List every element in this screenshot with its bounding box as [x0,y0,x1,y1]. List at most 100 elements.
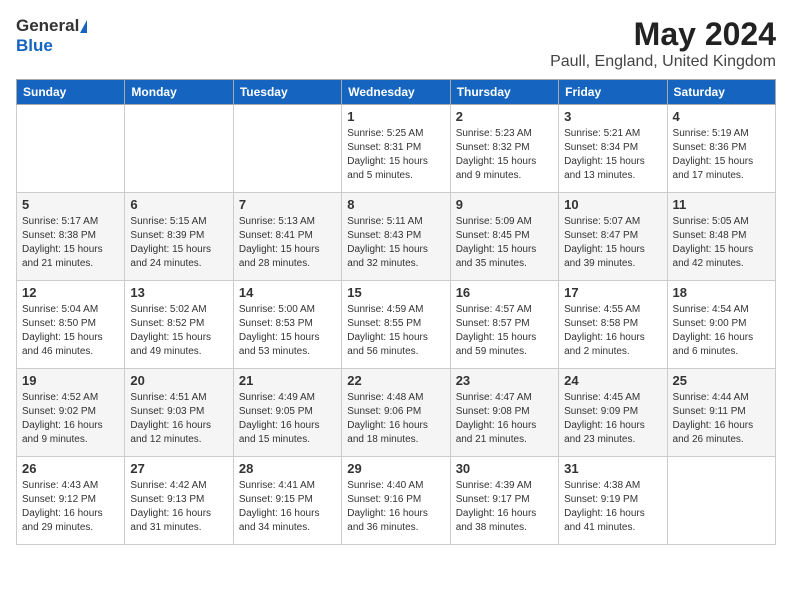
day-number: 2 [456,109,553,124]
cell-w5-d2: 28 Sunrise: 4:41 AM Sunset: 9:15 PM Dayli… [233,457,341,545]
cell-info-text: Sunrise: 5:15 AM Sunset: 8:39 PM Dayligh… [130,215,227,271]
cell-w1-d2 [233,105,341,193]
header-tuesday: Tuesday [233,80,341,105]
cell-w1-d0 [17,105,125,193]
week-row-4: 19 Sunrise: 4:52 AM Sunset: 9:02 PM Dayli… [17,369,776,457]
cell-info-text: Sunrise: 4:48 AM Sunset: 9:06 PM Dayligh… [347,391,444,447]
day-number: 21 [239,373,336,388]
cell-w4-d3: 22 Sunrise: 4:48 AM Sunset: 9:06 PM Dayli… [342,369,450,457]
cell-w2-d6: 11 Sunrise: 5:05 AM Sunset: 8:48 PM Dayli… [667,193,775,281]
day-number: 24 [564,373,661,388]
day-number: 8 [347,197,444,212]
day-number: 17 [564,285,661,300]
cell-w5-d6 [667,457,775,545]
cell-info-text: Sunrise: 5:19 AM Sunset: 8:36 PM Dayligh… [673,127,770,183]
cell-info-text: Sunrise: 5:25 AM Sunset: 8:31 PM Dayligh… [347,127,444,183]
cell-info-text: Sunrise: 4:41 AM Sunset: 9:15 PM Dayligh… [239,479,336,535]
week-row-1: 1 Sunrise: 5:25 AM Sunset: 8:31 PM Daylig… [17,105,776,193]
cell-w4-d1: 20 Sunrise: 4:51 AM Sunset: 9:03 PM Dayli… [125,369,233,457]
cell-info-text: Sunrise: 5:00 AM Sunset: 8:53 PM Dayligh… [239,303,336,359]
day-number: 3 [564,109,661,124]
cell-w3-d2: 14 Sunrise: 5:00 AM Sunset: 8:53 PM Dayli… [233,281,341,369]
day-number: 12 [22,285,119,300]
cell-w2-d3: 8 Sunrise: 5:11 AM Sunset: 8:43 PM Daylig… [342,193,450,281]
cell-info-text: Sunrise: 5:13 AM Sunset: 8:41 PM Dayligh… [239,215,336,271]
day-number: 18 [673,285,770,300]
cell-w1-d1 [125,105,233,193]
day-number: 23 [456,373,553,388]
day-number: 27 [130,461,227,476]
cell-w5-d1: 27 Sunrise: 4:42 AM Sunset: 9:13 PM Dayli… [125,457,233,545]
cell-info-text: Sunrise: 5:05 AM Sunset: 8:48 PM Dayligh… [673,215,770,271]
week-row-2: 5 Sunrise: 5:17 AM Sunset: 8:38 PM Daylig… [17,193,776,281]
cell-w5-d5: 31Sunrise: 4:38 AM Sunset: 9:19 PM Dayli… [559,457,667,545]
header-wednesday: Wednesday [342,80,450,105]
logo: General Blue [16,16,87,56]
header-sunday: Sunday [17,80,125,105]
day-number: 29 [347,461,444,476]
cell-info-text: Sunrise: 5:07 AM Sunset: 8:47 PM Dayligh… [564,215,661,271]
cell-w3-d1: 13 Sunrise: 5:02 AM Sunset: 8:52 PM Dayli… [125,281,233,369]
day-number: 22 [347,373,444,388]
cell-w3-d6: 18Sunrise: 4:54 AM Sunset: 9:00 PM Dayli… [667,281,775,369]
cell-info-text: Sunrise: 4:57 AM Sunset: 8:57 PM Dayligh… [456,303,553,359]
day-number: 30 [456,461,553,476]
logo-triangle-icon [80,20,87,33]
logo-blue: Blue [16,36,53,55]
month-year-title: May 2024 [550,16,776,53]
cell-w2-d5: 10Sunrise: 5:07 AM Sunset: 8:47 PM Dayli… [559,193,667,281]
day-number: 11 [673,197,770,212]
cell-w4-d6: 25Sunrise: 4:44 AM Sunset: 9:11 PM Dayli… [667,369,775,457]
day-number: 20 [130,373,227,388]
cell-info-text: Sunrise: 4:40 AM Sunset: 9:16 PM Dayligh… [347,479,444,535]
cell-w4-d0: 19 Sunrise: 4:52 AM Sunset: 9:02 PM Dayli… [17,369,125,457]
header-monday: Monday [125,80,233,105]
cell-info-text: Sunrise: 4:47 AM Sunset: 9:08 PM Dayligh… [456,391,553,447]
cell-info-text: Sunrise: 4:52 AM Sunset: 9:02 PM Dayligh… [22,391,119,447]
cell-info-text: Sunrise: 5:17 AM Sunset: 8:38 PM Dayligh… [22,215,119,271]
calendar-table: Sunday Monday Tuesday Wednesday Thursday… [16,79,776,545]
header-row: Sunday Monday Tuesday Wednesday Thursday… [17,80,776,105]
cell-info-text: Sunrise: 5:02 AM Sunset: 8:52 PM Dayligh… [130,303,227,359]
day-number: 4 [673,109,770,124]
cell-info-text: Sunrise: 5:23 AM Sunset: 8:32 PM Dayligh… [456,127,553,183]
cell-info-text: Sunrise: 4:45 AM Sunset: 9:09 PM Dayligh… [564,391,661,447]
cell-info-text: Sunrise: 4:55 AM Sunset: 8:58 PM Dayligh… [564,303,661,359]
cell-w2-d1: 6Sunrise: 5:15 AM Sunset: 8:39 PM Daylig… [125,193,233,281]
day-number: 26 [22,461,119,476]
location-subtitle: Paull, England, United Kingdom [550,53,776,71]
cell-w3-d5: 17 Sunrise: 4:55 AM Sunset: 8:58 PM Dayli… [559,281,667,369]
cell-w2-d2: 7Sunrise: 5:13 AM Sunset: 8:41 PM Daylig… [233,193,341,281]
cell-w3-d4: 16 Sunrise: 4:57 AM Sunset: 8:57 PM Dayli… [450,281,558,369]
day-number: 13 [130,285,227,300]
cell-w1-d6: 4 Sunrise: 5:19 AM Sunset: 8:36 PM Daylig… [667,105,775,193]
week-row-5: 26 Sunrise: 4:43 AM Sunset: 9:12 PM Dayli… [17,457,776,545]
cell-w1-d3: 1 Sunrise: 5:25 AM Sunset: 8:31 PM Daylig… [342,105,450,193]
cell-info-text: Sunrise: 5:11 AM Sunset: 8:43 PM Dayligh… [347,215,444,271]
title-block: May 2024 Paull, England, United Kingdom [550,16,776,71]
cell-info-text: Sunrise: 4:42 AM Sunset: 9:13 PM Dayligh… [130,479,227,535]
day-number: 9 [456,197,553,212]
cell-info-text: Sunrise: 5:21 AM Sunset: 8:34 PM Dayligh… [564,127,661,183]
day-number: 1 [347,109,444,124]
cell-w4-d4: 23 Sunrise: 4:47 AM Sunset: 9:08 PM Dayli… [450,369,558,457]
cell-w5-d4: 30Sunrise: 4:39 AM Sunset: 9:17 PM Dayli… [450,457,558,545]
cell-w5-d0: 26 Sunrise: 4:43 AM Sunset: 9:12 PM Dayli… [17,457,125,545]
day-number: 28 [239,461,336,476]
cell-w4-d5: 24 Sunrise: 4:45 AM Sunset: 9:09 PM Dayli… [559,369,667,457]
cell-w5-d3: 29 Sunrise: 4:40 AM Sunset: 9:16 PM Dayli… [342,457,450,545]
day-number: 19 [22,373,119,388]
cell-info-text: Sunrise: 4:59 AM Sunset: 8:55 PM Dayligh… [347,303,444,359]
cell-info-text: Sunrise: 4:49 AM Sunset: 9:05 PM Dayligh… [239,391,336,447]
cell-info-text: Sunrise: 4:43 AM Sunset: 9:12 PM Dayligh… [22,479,119,535]
header-saturday: Saturday [667,80,775,105]
day-number: 14 [239,285,336,300]
cell-w1-d5: 3 Sunrise: 5:21 AM Sunset: 8:34 PM Daylig… [559,105,667,193]
day-number: 16 [456,285,553,300]
day-number: 31 [564,461,661,476]
day-number: 5 [22,197,119,212]
cell-info-text: Sunrise: 4:51 AM Sunset: 9:03 PM Dayligh… [130,391,227,447]
cell-w3-d3: 15Sunrise: 4:59 AM Sunset: 8:55 PM Dayli… [342,281,450,369]
cell-w1-d4: 2 Sunrise: 5:23 AM Sunset: 8:32 PM Daylig… [450,105,558,193]
cell-info-text: Sunrise: 5:09 AM Sunset: 8:45 PM Dayligh… [456,215,553,271]
